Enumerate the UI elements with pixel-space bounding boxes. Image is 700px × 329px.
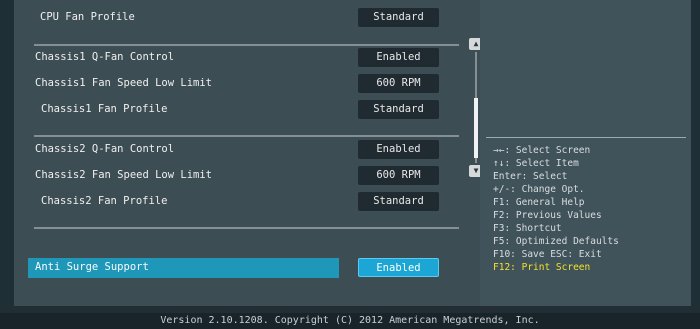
help-shortcut: F3: Shortcut [493,223,562,234]
footer-copyright: Version 2.10.1208. Copyright (C) 2012 Am… [0,313,700,329]
setting-value[interactable]: Enabled [358,48,439,67]
setting-value[interactable]: Standard [358,100,439,119]
section-divider [34,227,459,229]
section-divider [34,135,459,137]
setting-row-chassis1-qfan-control[interactable]: Chassis1 Q-Fan Control Enabled [28,48,458,68]
help-divider [486,137,686,138]
setting-label: Chassis1 Fan Speed Low Limit [35,77,213,89]
key-help-list: →←: Select Screen ↑↓: Select Item Enter:… [493,144,619,274]
setting-label: Chassis1 Fan Profile [41,103,168,115]
help-select-screen: →←: Select Screen [493,145,591,156]
scrollbar-thumb[interactable] [474,98,478,158]
help-select-item: ↑↓: Select Item [493,158,579,169]
setting-value[interactable]: 600 RPM [358,74,439,93]
help-previous-values: F2: Previous Values [493,210,602,221]
setting-label: Chassis2 Q-Fan Control [35,143,175,155]
setting-value[interactable]: 600 RPM [358,166,439,185]
help-print-screen: F12: Print Screen [493,262,591,273]
setting-value[interactable]: Standard [358,8,439,27]
setting-label: Chassis2 Fan Speed Low Limit [35,169,213,181]
setting-row-chassis2-qfan-control[interactable]: Chassis2 Q-Fan Control Enabled [28,140,458,160]
help-enter-select: Enter: Select [493,171,568,182]
setting-value[interactable]: Enabled [358,258,439,277]
help-change-opt: +/-: Change Opt. [493,184,585,195]
setting-label: Chassis2 Fan Profile [41,195,168,207]
setting-value[interactable]: Enabled [358,140,439,159]
setting-row-chassis2-fan-profile[interactable]: Chassis2 Fan Profile Standard [28,192,458,212]
footer-divider [0,306,700,312]
help-save-exit: F10: Save ESC: Exit [493,249,602,260]
setting-label: Chassis1 Q-Fan Control [35,51,175,63]
setting-value[interactable]: Standard [358,192,439,211]
help-optimized-defaults: F5: Optimized Defaults [493,236,619,247]
setting-row-cpu-fan-profile[interactable]: CPU Fan Profile Standard [28,8,458,28]
setting-row-anti-surge-support[interactable]: Anti Surge Support [28,258,339,278]
settings-panel: CPU Fan Profile Standard Chassis1 Q-Fan … [14,0,483,306]
section-divider [34,44,459,46]
setting-label: CPU Fan Profile [40,11,135,23]
setting-row-chassis1-fan-profile[interactable]: Chassis1 Fan Profile Standard [28,100,458,120]
setting-label: Anti Surge Support [35,261,149,273]
setting-row-chassis2-fan-speed-low-limit[interactable]: Chassis2 Fan Speed Low Limit 600 RPM [28,166,458,186]
help-general-help: F1: General Help [493,197,585,208]
setting-row-chassis1-fan-speed-low-limit[interactable]: Chassis1 Fan Speed Low Limit 600 RPM [28,74,458,94]
